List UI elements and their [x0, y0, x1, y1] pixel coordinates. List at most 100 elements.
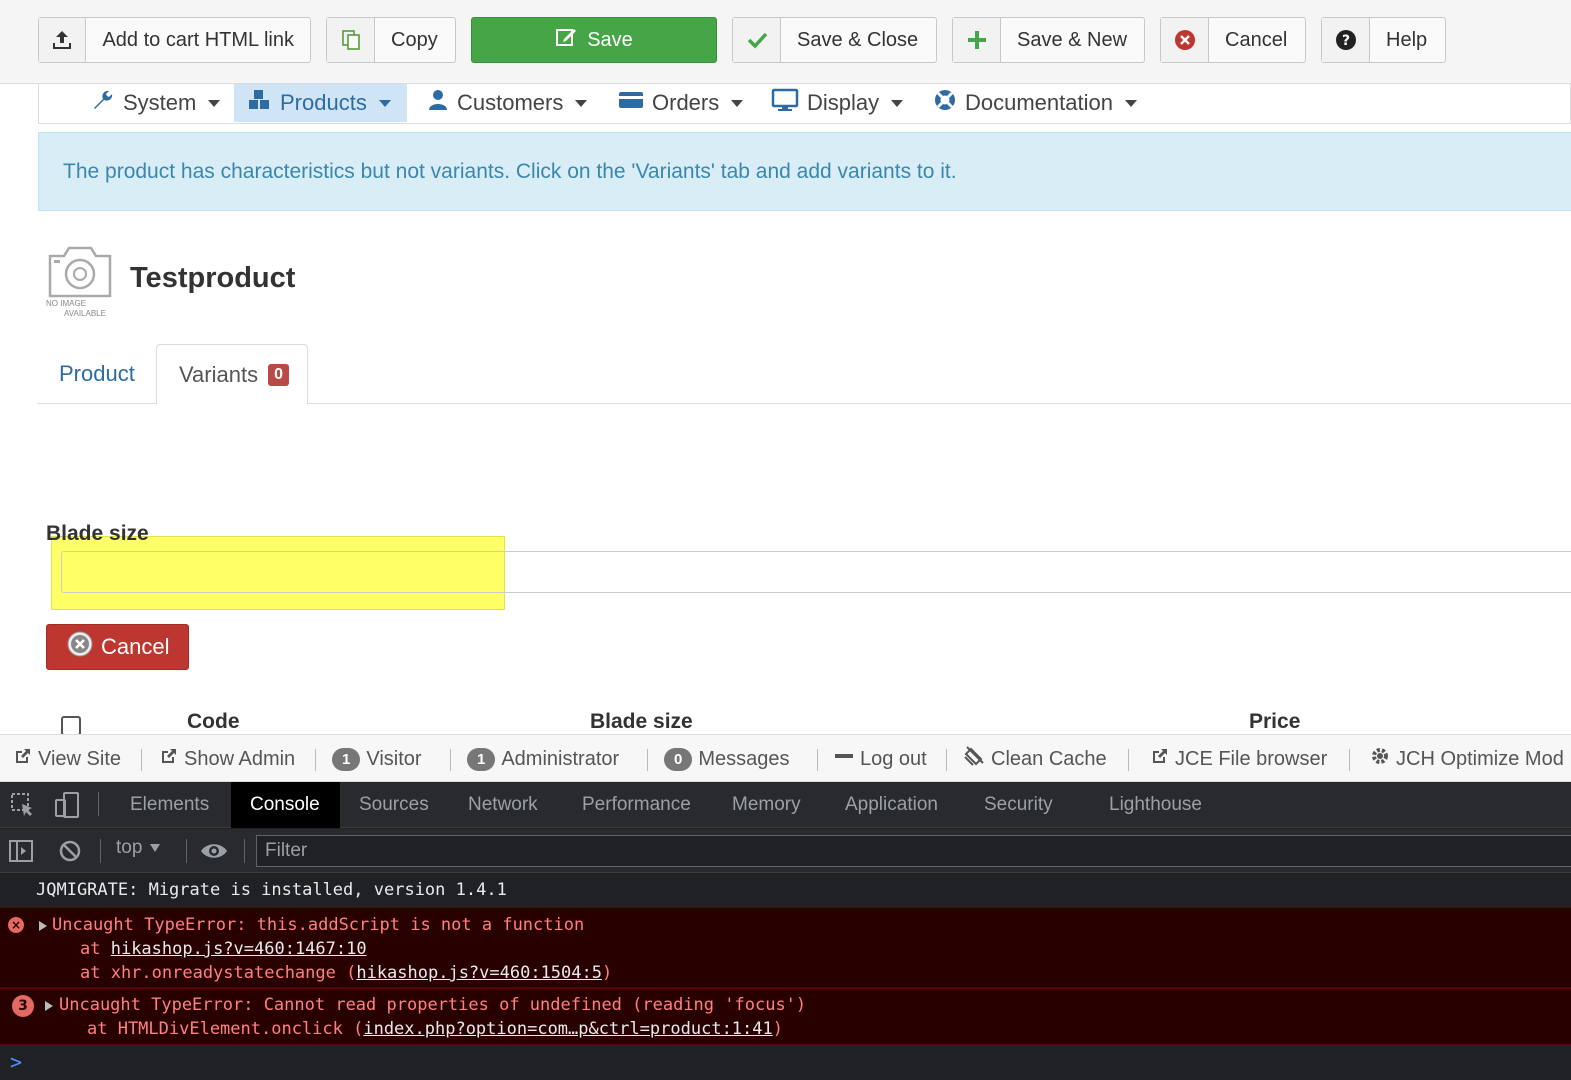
- jce-file-browser-label: JCE File browser: [1175, 747, 1328, 770]
- nav-display[interactable]: Display: [759, 84, 915, 122]
- column-header-price[interactable]: Price: [1249, 710, 1300, 734]
- view-site-link[interactable]: View Site: [14, 735, 121, 783]
- gear-icon: [1370, 746, 1390, 772]
- nav-products[interactable]: Products: [234, 84, 407, 122]
- error-icon: ×: [8, 917, 24, 933]
- variant-cancel-label: Cancel: [101, 634, 170, 659]
- variant-cancel-button[interactable]: Cancel: [46, 624, 189, 670]
- help-button[interactable]: ? Help: [1321, 17, 1446, 63]
- tab-variants-label: Variants: [179, 361, 259, 387]
- jch-optimize-link[interactable]: JCH Optimize Mod: [1370, 735, 1564, 783]
- device-toolbar-icon[interactable]: [54, 792, 80, 818]
- visitor-link[interactable]: 1 Visitor: [332, 735, 422, 783]
- add-to-cart-label: Add to cart HTML link: [102, 28, 294, 51]
- divider: [1349, 749, 1350, 771]
- divider: [244, 839, 245, 863]
- save-close-label: Save & Close: [797, 28, 919, 51]
- blade-size-input[interactable]: [61, 551, 1571, 593]
- blade-size-label: Blade size: [46, 522, 149, 545]
- console-log-message: JQMIGRATE: Migrate is installed, version…: [36, 880, 507, 900]
- svg-text:?: ?: [1341, 33, 1349, 49]
- chevron-down-icon: [378, 99, 391, 107]
- user-icon: [427, 88, 449, 118]
- inspect-element-icon[interactable]: [10, 792, 36, 818]
- stack-link[interactable]: hikashop.js?v=460:1467:10: [111, 939, 367, 959]
- sidebar-toggle-icon[interactable]: [8, 838, 34, 864]
- product-tabs: Product Variants 0: [37, 344, 1571, 405]
- copy-button[interactable]: Copy: [326, 17, 456, 63]
- view-site-label: View Site: [38, 747, 122, 770]
- alert-message: The product has characteristics but not …: [63, 159, 957, 183]
- nav-system[interactable]: System: [79, 84, 232, 122]
- external-link-icon: [160, 747, 178, 771]
- error-2-stack-line: at HTMLDivElement.onclick (index.php?opt…: [87, 1019, 783, 1039]
- save-close-button[interactable]: Save & Close: [732, 17, 937, 63]
- context-value: top: [116, 837, 143, 858]
- save-new-button[interactable]: Save & New: [952, 17, 1145, 63]
- cubes-icon: [246, 88, 272, 118]
- messages-link[interactable]: 0 Messages: [664, 735, 790, 783]
- divider: [946, 749, 947, 771]
- admin-status-bar: View Site Show Admin 1 Visitor 1 Adminis…: [0, 734, 1571, 782]
- select-all-checkbox[interactable]: [61, 716, 81, 736]
- clean-cache-link[interactable]: Clean Cache: [963, 735, 1107, 783]
- clean-cache-label: Clean Cache: [991, 747, 1107, 770]
- tab-product[interactable]: Product: [37, 344, 157, 404]
- devtools-tab-memory[interactable]: Memory: [713, 782, 820, 828]
- stack-link[interactable]: hikashop.js?v=460:1504:5: [356, 963, 602, 983]
- devtools-tab-console[interactable]: Console: [231, 782, 340, 828]
- error-1-stack-line-2: at xhr.onreadystatechange (hikashop.js?v…: [80, 963, 612, 983]
- administrator-link[interactable]: 1 Administrator: [467, 735, 619, 783]
- devtools-tab-sources[interactable]: Sources: [340, 782, 448, 828]
- messages-count-badge: 0: [664, 747, 693, 771]
- tab-variants[interactable]: Variants 0: [156, 344, 308, 405]
- monitor-icon: [771, 88, 799, 118]
- show-admin-link[interactable]: Show Admin: [160, 735, 295, 783]
- add-to-cart-html-link-button[interactable]: Add to cart HTML link: [38, 17, 311, 63]
- administrator-label: Administrator: [501, 747, 620, 770]
- devtools-tab-lighthouse[interactable]: Lighthouse: [1090, 782, 1221, 828]
- devtools-tab-elements[interactable]: Elements: [111, 782, 228, 828]
- nav-customers[interactable]: Customers: [415, 84, 599, 122]
- logout-label: Log out: [860, 747, 927, 770]
- save-new-label: Save & New: [1017, 28, 1128, 51]
- plus-icon: [953, 18, 1001, 62]
- stack-link[interactable]: index.php?option=com…p&ctrl=product:1:41: [363, 1019, 772, 1039]
- nav-orders[interactable]: Orders: [606, 84, 755, 122]
- divider: [98, 792, 99, 816]
- devtools-tab-performance[interactable]: Performance: [563, 782, 710, 828]
- devtools-tab-network[interactable]: Network: [449, 782, 557, 828]
- nav-system-label: System: [123, 90, 197, 115]
- jch-optimize-label: JCH Optimize Mod: [1396, 747, 1564, 770]
- divider: [315, 749, 316, 771]
- save-button[interactable]: Save: [471, 17, 717, 63]
- expand-triangle-icon[interactable]: [45, 1001, 53, 1011]
- chevron-down-icon: [731, 99, 744, 107]
- nav-documentation[interactable]: Documentation: [921, 84, 1149, 122]
- visitor-count-badge: 1: [332, 747, 361, 771]
- console-filter-input[interactable]: [256, 835, 1571, 867]
- divider: [647, 749, 648, 771]
- eye-icon[interactable]: [199, 838, 227, 864]
- save-label: Save: [587, 28, 633, 51]
- cancel-button[interactable]: Cancel: [1160, 17, 1306, 63]
- error-repeat-count: 3: [12, 995, 34, 1017]
- logout-link[interactable]: Log out: [834, 735, 927, 783]
- tab-product-label: Product: [59, 361, 135, 386]
- context-select[interactable]: top: [116, 837, 161, 859]
- clear-console-icon[interactable]: [57, 838, 83, 864]
- console-prompt[interactable]: >: [10, 1050, 22, 1074]
- cancel-circle-icon: [1161, 18, 1209, 62]
- visitor-label: Visitor: [366, 747, 422, 770]
- life-ring-icon: [933, 88, 957, 118]
- column-header-code[interactable]: Code: [187, 710, 240, 734]
- chevron-down-icon: [891, 99, 904, 107]
- expand-triangle-icon[interactable]: [39, 921, 47, 931]
- devtools-tab-application[interactable]: Application: [826, 782, 957, 828]
- nav-orders-label: Orders: [652, 90, 720, 115]
- devtools-tab-security[interactable]: Security: [965, 782, 1072, 828]
- administrator-count-badge: 1: [467, 747, 496, 771]
- jce-file-browser-link[interactable]: JCE File browser: [1151, 735, 1327, 783]
- help-label: Help: [1386, 28, 1428, 51]
- column-header-blade-size[interactable]: Blade size: [590, 710, 693, 734]
